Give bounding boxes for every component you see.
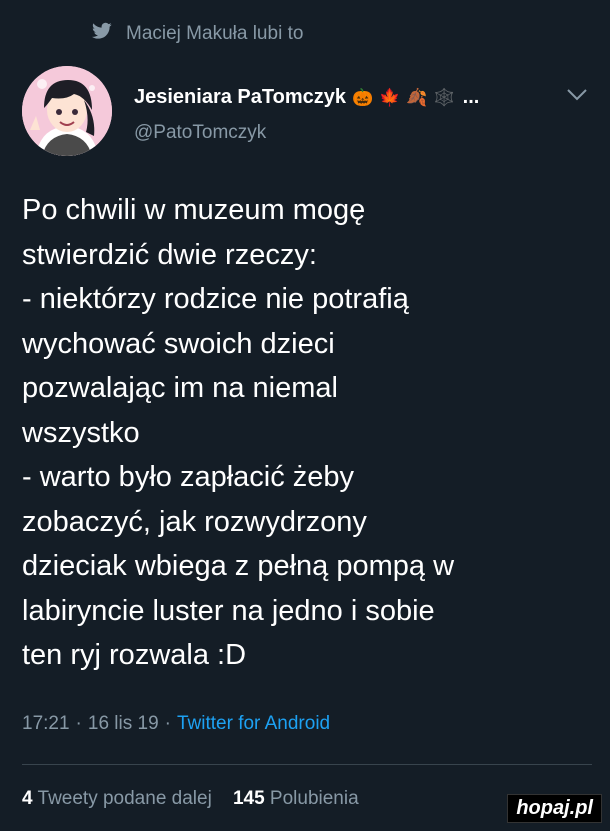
retweets-label[interactable]: Tweety podane dalej xyxy=(38,788,212,809)
display-name[interactable]: Jesienia­ra PaTomczyk xyxy=(134,86,346,109)
tweet-date[interactable]: 16 lis 19 xyxy=(88,713,159,735)
retweets-count[interactable]: 4 xyxy=(22,788,33,809)
tweet-meta: 17:21 · 16 lis 19 · Twitter for Android xyxy=(22,713,330,735)
tweet-stats: 4 Tweety podane dalej 145 Polubienia xyxy=(22,788,359,810)
meta-separator: · xyxy=(75,713,82,734)
author-name-row[interactable]: Jesienia­ra PaTomczyk 🎃 🍁 🍂 🕸️ ... xyxy=(134,86,479,109)
likes-label[interactable]: Polubienia xyxy=(270,788,359,809)
author-handle[interactable]: @PatoTomczyk xyxy=(134,122,266,144)
spider-web-emoji-icon: 🕸️ xyxy=(433,87,455,107)
chevron-down-icon[interactable] xyxy=(566,88,588,102)
tweet-time[interactable]: 17:21 xyxy=(22,713,70,735)
tweet-header: Jesienia­ra PaTomczyk 🎃 🍁 🍂 🕸️ ... @Pato… xyxy=(22,66,592,162)
meta-separator: · xyxy=(164,713,171,734)
pumpkin-emoji-icon: 🎃 xyxy=(351,87,374,107)
fallen-leaf-emoji-icon: 🍂 xyxy=(406,87,428,107)
tweet-text: Po chwili w muzeum mogę stwierdzić dwie … xyxy=(22,194,455,671)
twitter-bird-icon xyxy=(92,22,112,46)
tweet-client-link[interactable]: Twitter for Android xyxy=(177,713,330,735)
maple-leaf-emoji-icon: 🍁 xyxy=(379,87,401,107)
avatar[interactable] xyxy=(22,66,112,156)
liked-by-row: Maciej Makuła lubi to xyxy=(92,22,303,46)
likes-count[interactable]: 145 xyxy=(233,788,265,809)
site-watermark: hopaj.pl xyxy=(507,794,602,823)
divider xyxy=(22,764,592,765)
liked-by-text: Maciej Makuła lubi to xyxy=(126,23,304,44)
name-truncation: ... xyxy=(462,86,480,108)
